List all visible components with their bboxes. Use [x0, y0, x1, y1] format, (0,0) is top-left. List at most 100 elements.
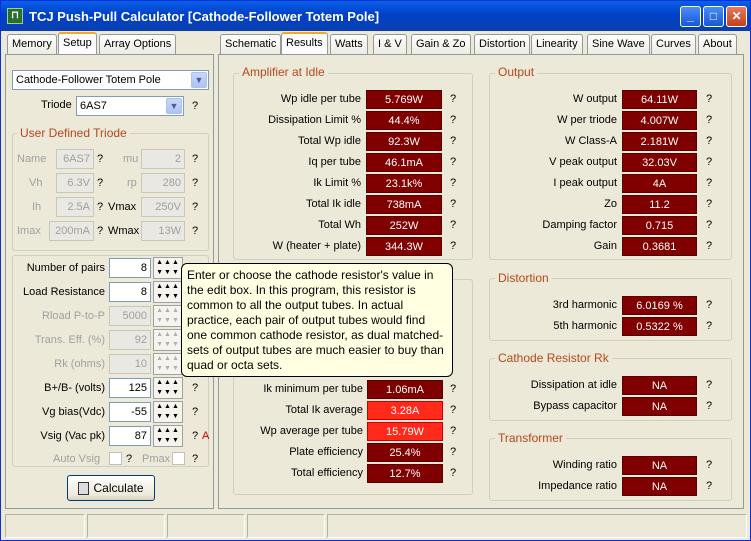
- help-icon[interactable]: ?: [450, 198, 456, 210]
- vsig-spinner[interactable]: ▲▲▲ ▼▼▼: [153, 425, 183, 447]
- vh-label: Vh: [29, 177, 43, 189]
- rk-spinner[interactable]: ▲▲▲ ▼▼▼: [153, 353, 183, 375]
- help-icon[interactable]: ?: [706, 219, 712, 231]
- help-icon[interactable]: ?: [450, 177, 456, 189]
- tab-gain-zo[interactable]: Gain & Zo: [411, 34, 471, 54]
- ih-field[interactable]: 2.5A: [56, 197, 94, 217]
- help-icon[interactable]: ?: [126, 453, 132, 465]
- output-row-label: I peak output: [553, 177, 617, 189]
- help-icon[interactable]: ?: [706, 177, 712, 189]
- tab-results[interactable]: Results: [281, 32, 328, 54]
- vmax-field[interactable]: 250V: [141, 197, 185, 217]
- minimize-icon[interactable]: _: [680, 6, 701, 27]
- help-icon[interactable]: ?: [192, 430, 198, 442]
- pmax-checkbox[interactable]: [172, 452, 185, 465]
- vh-field[interactable]: 6.3V: [56, 173, 94, 193]
- help-icon[interactable]: ?: [450, 467, 456, 479]
- tab-linearity[interactable]: Linearity: [531, 34, 583, 54]
- help-icon[interactable]: ?: [706, 240, 712, 252]
- help-icon[interactable]: ?: [192, 153, 198, 165]
- help-icon[interactable]: ?: [192, 382, 198, 394]
- close-icon[interactable]: ✕: [726, 6, 747, 27]
- tab-array-options[interactable]: Array Options: [99, 34, 177, 54]
- help-icon[interactable]: ?: [706, 114, 712, 126]
- help-icon[interactable]: ?: [706, 198, 712, 210]
- tab-i-v[interactable]: I & V: [373, 34, 407, 54]
- help-icon[interactable]: ?: [97, 201, 103, 213]
- load-input[interactable]: 8: [109, 282, 151, 302]
- help-icon[interactable]: ?: [450, 404, 456, 416]
- help-icon[interactable]: ?: [97, 177, 103, 189]
- help-icon[interactable]: ?: [192, 177, 198, 189]
- help-icon[interactable]: ?: [97, 153, 103, 165]
- rload-spinner[interactable]: ▲▲▲ ▼▼▼: [153, 305, 183, 327]
- tab-sine-wave[interactable]: Sine Wave: [587, 34, 650, 54]
- dist-row-value: 0.5322 %: [622, 317, 697, 336]
- help-icon[interactable]: ?: [706, 459, 712, 471]
- vg-bias-input[interactable]: -55: [109, 402, 151, 422]
- triode-value: 6AS7: [80, 100, 107, 112]
- maximize-icon[interactable]: □: [703, 6, 724, 27]
- help-icon[interactable]: ?: [450, 446, 456, 458]
- topology-select[interactable]: Cathode-Follower Totem Pole ▼: [12, 70, 209, 90]
- vsig-input[interactable]: 87: [109, 426, 151, 446]
- help-icon[interactable]: ?: [450, 135, 456, 147]
- calculate-button[interactable]: Calculate: [67, 475, 155, 501]
- load-spinner[interactable]: ▲▲▲ ▼▼▼: [153, 281, 183, 303]
- help-icon[interactable]: ?: [192, 201, 198, 213]
- rp-field[interactable]: 280: [141, 173, 185, 193]
- title-bar[interactable]: ⊓ TCJ Push-Pull Calculator [Cathode-Foll…: [1, 1, 750, 31]
- tab-schematic[interactable]: Schematic: [220, 34, 282, 54]
- help-icon[interactable]: ?: [192, 100, 198, 112]
- help-icon[interactable]: ?: [706, 379, 712, 391]
- tab-setup[interactable]: Setup: [58, 32, 97, 54]
- help-icon[interactable]: ?: [706, 135, 712, 147]
- topology-value: Cathode-Follower Totem Pole: [16, 74, 161, 86]
- pairs-spinner[interactable]: ▲▲▲ ▼▼▼: [153, 257, 183, 279]
- vg-bias-spinner[interactable]: ▲▲▲ ▼▼▼: [153, 401, 183, 423]
- bplus-spinner[interactable]: ▲▲▲ ▼▼▼: [153, 377, 183, 399]
- help-icon[interactable]: ?: [450, 114, 456, 126]
- cathode-rk-title: Cathode Resistor Rk: [495, 351, 612, 365]
- help-icon[interactable]: ?: [450, 156, 456, 168]
- chevron-down-icon[interactable]: ▼: [166, 98, 182, 114]
- dist-row-label: 5th harmonic: [553, 320, 617, 332]
- tab-distortion[interactable]: Distortion: [474, 34, 531, 54]
- help-icon[interactable]: ?: [706, 156, 712, 168]
- rk-input[interactable]: 10: [109, 354, 151, 374]
- help-icon[interactable]: ?: [192, 406, 198, 418]
- auto-vsig-checkbox[interactable]: [109, 452, 122, 465]
- tab-memory[interactable]: Memory: [7, 34, 57, 54]
- tab-about[interactable]: About: [698, 34, 737, 54]
- help-icon[interactable]: ?: [450, 240, 456, 252]
- amp-idle-row-value: 92.3W: [366, 132, 442, 151]
- help-icon[interactable]: ?: [192, 225, 198, 237]
- wmax-field[interactable]: 13W: [141, 221, 185, 241]
- help-icon[interactable]: ?: [450, 219, 456, 231]
- trans-eff-input[interactable]: 92: [109, 330, 151, 350]
- name-field[interactable]: 6AS7: [56, 149, 94, 169]
- bplus-input[interactable]: 125: [109, 378, 151, 398]
- help-icon[interactable]: ?: [706, 320, 712, 332]
- rload-input[interactable]: 5000: [109, 306, 151, 326]
- help-icon[interactable]: ?: [706, 400, 712, 412]
- triode-select[interactable]: 6AS7 ▼: [76, 96, 184, 116]
- help-icon[interactable]: ?: [450, 93, 456, 105]
- auto-flag[interactable]: A: [202, 430, 209, 442]
- help-icon[interactable]: ?: [192, 453, 198, 465]
- dist-row-label: 3rd harmonic: [552, 299, 617, 311]
- imax-field[interactable]: 200mA: [49, 221, 94, 241]
- chevron-down-icon[interactable]: ▼: [191, 72, 207, 88]
- help-icon[interactable]: ?: [450, 383, 456, 395]
- tab-watts[interactable]: Watts: [330, 34, 368, 54]
- help-icon[interactable]: ?: [450, 425, 456, 437]
- mu-field[interactable]: 2: [141, 149, 185, 169]
- help-icon[interactable]: ?: [706, 93, 712, 105]
- pairs-input[interactable]: 8: [109, 258, 151, 278]
- tab-curves[interactable]: Curves: [651, 34, 696, 54]
- help-icon[interactable]: ?: [706, 299, 712, 311]
- trans-eff-spinner[interactable]: ▲▲▲ ▼▼▼: [153, 329, 183, 351]
- tube-app-icon[interactable]: ⊓: [7, 8, 23, 24]
- help-icon[interactable]: ?: [97, 225, 103, 237]
- help-icon[interactable]: ?: [706, 480, 712, 492]
